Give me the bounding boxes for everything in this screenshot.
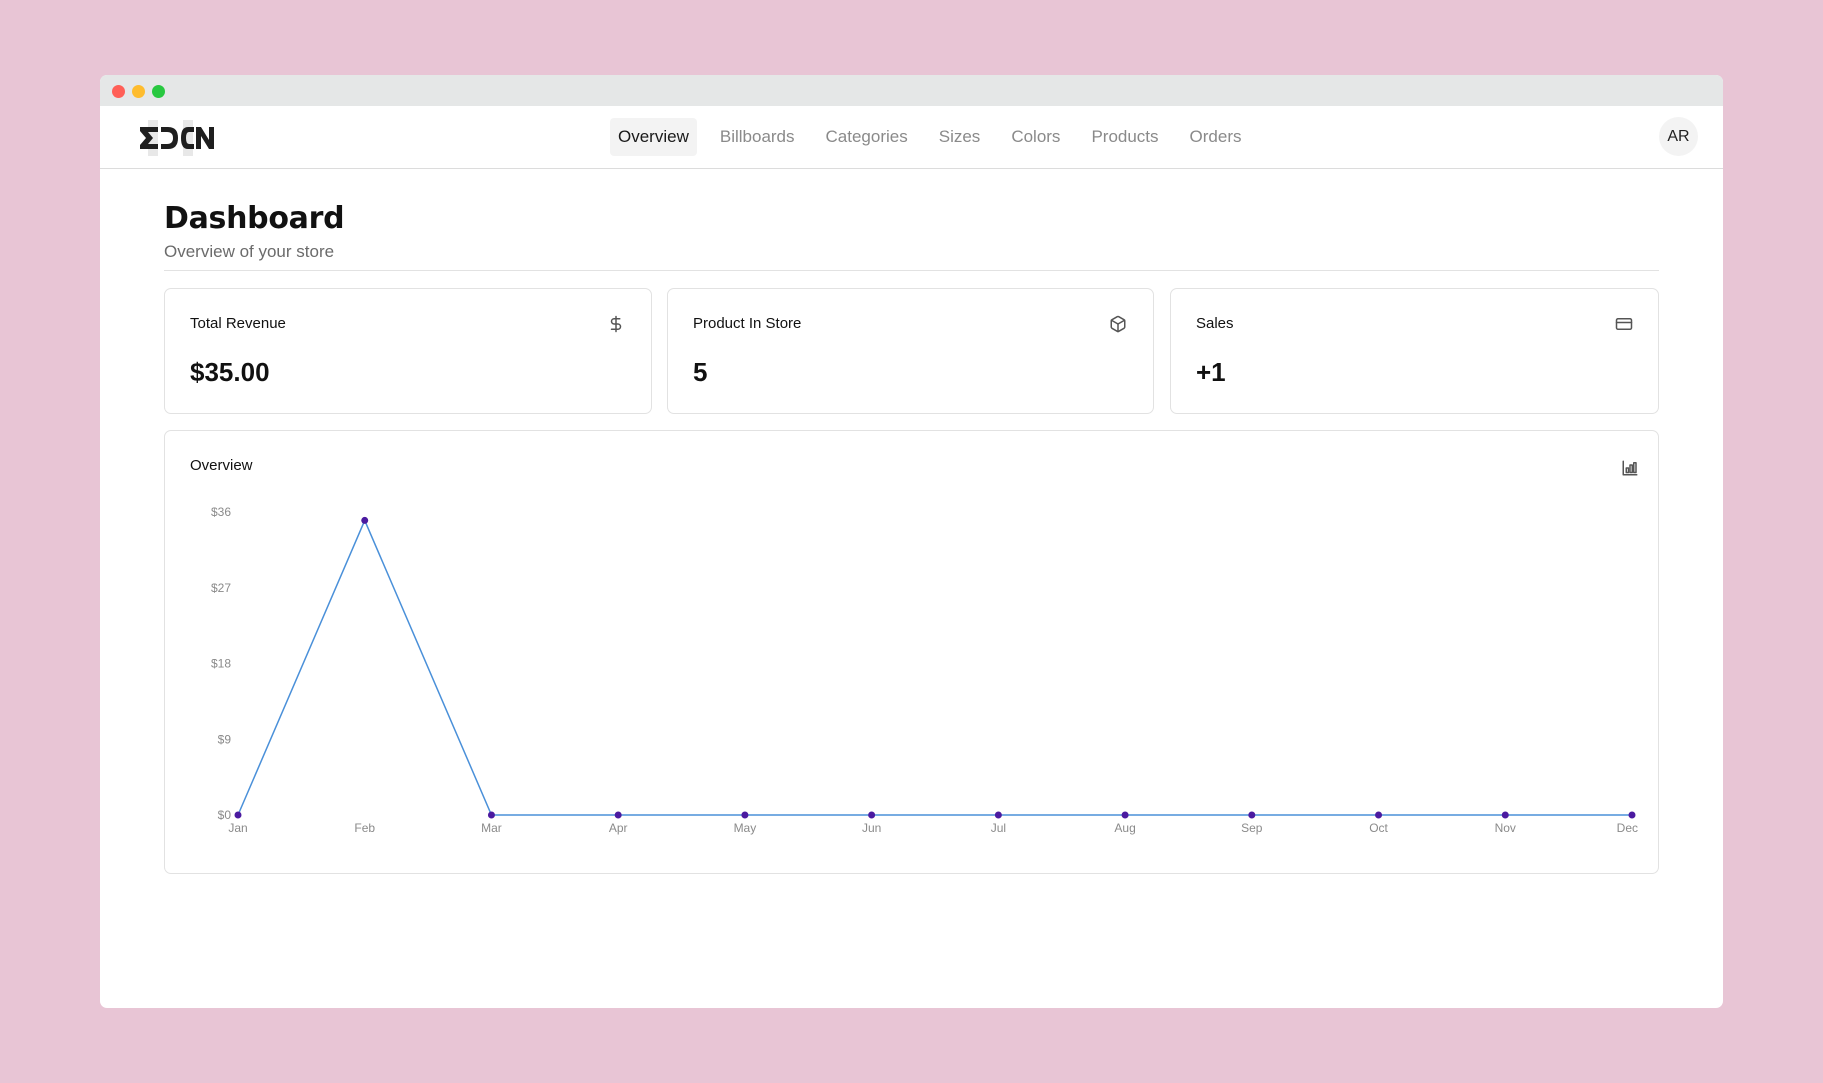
data-point[interactable] xyxy=(487,811,495,819)
main-nav: Overview Billboards Categories Sizes Col… xyxy=(610,117,1265,157)
tab-categories[interactable]: Categories xyxy=(818,118,916,156)
data-point[interactable] xyxy=(868,811,876,819)
y-tick-label: $0 xyxy=(218,808,232,822)
user-avatar[interactable]: AR xyxy=(1659,117,1698,156)
sales-card: Sales +1 xyxy=(1170,288,1659,414)
y-tick-label: $9 xyxy=(218,732,232,746)
top-navbar: Overview Billboards Categories Sizes Col… xyxy=(100,106,1723,169)
data-point[interactable] xyxy=(614,811,622,819)
card-title: Product In Store xyxy=(693,315,802,332)
x-tick-label: Mar xyxy=(481,821,502,835)
x-tick-label: Jun xyxy=(862,821,881,835)
x-tick-label: Aug xyxy=(1114,821,1135,835)
x-tick-label: Jan xyxy=(228,821,247,835)
tab-products[interactable]: Products xyxy=(1083,118,1166,156)
x-tick-label: Sep xyxy=(1241,821,1263,835)
data-point[interactable] xyxy=(361,516,369,524)
dollar-icon xyxy=(610,315,622,333)
browser-window: Overview Billboards Categories Sizes Col… xyxy=(100,75,1723,1008)
close-window-button[interactable] xyxy=(112,85,125,98)
x-tick-label: Oct xyxy=(1369,821,1388,835)
overview-chart-card: Overview $0 $9 $18 $27 $36 Jan Feb Mar Apr May Jun… xyxy=(164,430,1659,874)
maximize-window-button[interactable] xyxy=(152,85,165,98)
package-icon xyxy=(1110,315,1126,333)
tab-overview[interactable]: Overview xyxy=(610,118,697,156)
x-tick-label: Jul xyxy=(991,821,1006,835)
y-tick-label: $18 xyxy=(211,657,231,671)
minimize-window-button[interactable] xyxy=(132,85,145,98)
y-tick-label: $36 xyxy=(211,505,231,519)
tab-colors[interactable]: Colors xyxy=(1003,118,1068,156)
x-tick-label: Dec xyxy=(1617,821,1638,835)
card-title: Total Revenue xyxy=(190,315,286,332)
header-divider xyxy=(164,270,1659,271)
window-titlebar xyxy=(100,75,1723,106)
data-point[interactable] xyxy=(1248,811,1256,819)
total-revenue-card: Total Revenue $35.00 xyxy=(164,288,652,414)
card-title: Sales xyxy=(1196,315,1234,332)
data-point[interactable] xyxy=(234,811,242,819)
data-point[interactable] xyxy=(994,811,1002,819)
tab-billboards[interactable]: Billboards xyxy=(712,118,803,156)
data-point[interactable] xyxy=(1121,811,1129,819)
card-value: $35.00 xyxy=(190,357,270,387)
page-subtitle: Overview of your store xyxy=(164,242,335,261)
data-point[interactable] xyxy=(1375,811,1383,819)
card-value: 5 xyxy=(693,357,708,387)
x-tick-label: May xyxy=(734,821,757,835)
tab-sizes[interactable]: Sizes xyxy=(931,118,989,156)
data-point[interactable] xyxy=(1628,811,1636,819)
x-tick-label: Feb xyxy=(354,821,375,835)
card-value: +1 xyxy=(1196,357,1226,387)
x-tick-label: Nov xyxy=(1495,821,1516,835)
x-tick-label: Apr xyxy=(609,821,628,835)
page-title: Dashboard xyxy=(164,201,345,236)
overview-line-chart: $0 $9 $18 $27 $36 Jan Feb Mar Apr May Jun Jul Aug Sep… xyxy=(211,505,1638,835)
credit-card-icon xyxy=(1615,318,1633,330)
data-point[interactable] xyxy=(1501,811,1509,819)
product-in-store-card: Product In Store 5 xyxy=(667,288,1154,414)
data-point[interactable] xyxy=(741,811,749,819)
edcn-logo[interactable] xyxy=(138,118,218,158)
tab-orders[interactable]: Orders xyxy=(1182,118,1250,156)
revenue-series-line xyxy=(237,518,1632,816)
y-tick-label: $27 xyxy=(211,581,231,595)
